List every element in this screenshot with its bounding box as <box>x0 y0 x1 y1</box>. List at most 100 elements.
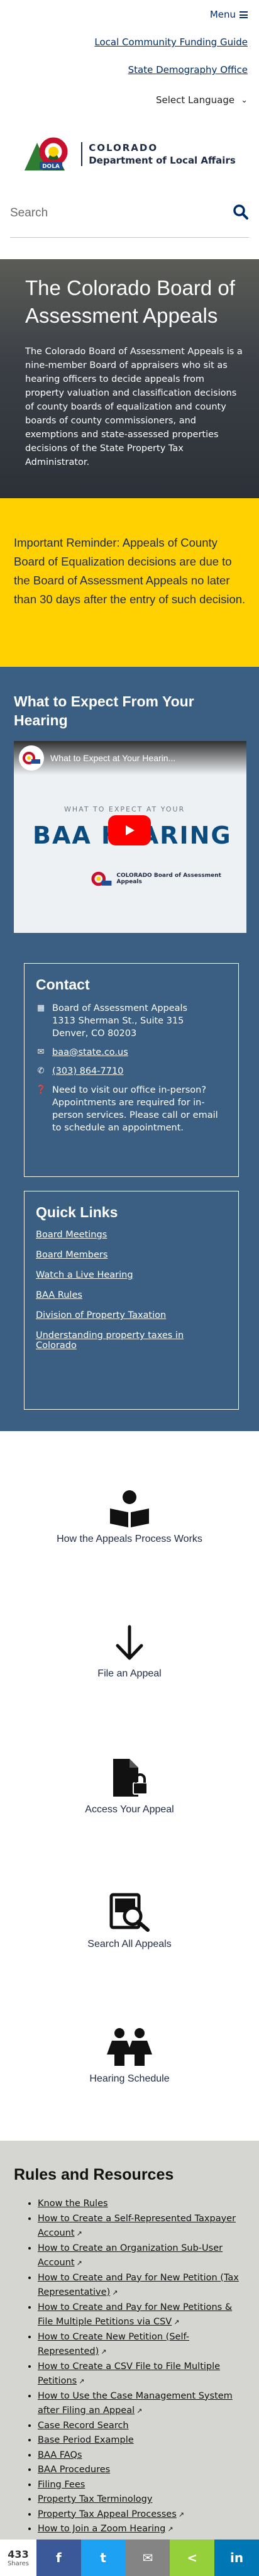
rules-item: Property Tax Terminology <box>38 2492 245 2507</box>
process-label-file: File an Appeal <box>97 1668 162 1679</box>
rules-link[interactable]: How to Create and Pay for New Petition (… <box>38 2273 239 2298</box>
language-select[interactable]: Select Language ⌄ <box>156 94 248 106</box>
search-file-icon <box>109 1893 150 1932</box>
rules-item: Property Tax Appeal Processes↗ <box>38 2507 245 2523</box>
quick-link-board-meetings[interactable]: Board Meetings <box>36 1230 227 1240</box>
video-subtitle: WHAT TO EXPECT AT YOUR <box>64 805 185 813</box>
channel-avatar[interactable] <box>19 745 44 771</box>
menu-label: Menu <box>209 9 236 20</box>
contact-heading: Contact <box>36 976 90 993</box>
external-link-icon: ↗ <box>167 2525 174 2533</box>
share-count-number: 433 <box>8 2548 29 2560</box>
facebook-share-button[interactable]: f <box>36 2540 81 2576</box>
rules-link[interactable]: Case Record Search <box>38 2421 129 2431</box>
process-tile-hearing-schedule[interactable]: Hearing Schedule <box>0 1988 259 2123</box>
funding-guide-link[interactable]: Local Community Funding Guide <box>94 36 248 48</box>
visit-note: Need to visit our office in-person? Appo… <box>52 1085 218 1133</box>
twitter-icon: t <box>100 2550 106 2565</box>
visit-row: ❓ Need to visit our office in-person? Ap… <box>36 1084 227 1134</box>
process-label-schedule: Hearing Schedule <box>89 2073 170 2084</box>
process-tile-search-appeals[interactable]: Search All Appeals <box>0 1854 259 1988</box>
external-link-icon: ↗ <box>79 2377 85 2385</box>
rules-item: How to Create a Self-Represented Taxpaye… <box>38 2212 245 2241</box>
quick-link-baa-rules[interactable]: BAA Rules <box>36 1290 227 1300</box>
rules-link[interactable]: How to Join a Zoom Hearing <box>38 2524 165 2534</box>
hero-banner: The Colorado Board of Assessment Appeals… <box>0 259 259 498</box>
reminder-banner: Important Reminder: Appeals of County Bo… <box>0 498 259 667</box>
rules-item: How to Create New Petition (Self-Represe… <box>38 2330 245 2360</box>
book-reader-icon <box>110 1490 149 1527</box>
building-icon: ▦ <box>36 1003 45 1013</box>
rules-item: How to Create and Pay for New Petitions … <box>38 2300 245 2330</box>
process-tile-how-it-works[interactable]: How the Appeals Process Works <box>0 1450 259 1585</box>
rules-link[interactable]: BAA FAQs <box>38 2450 82 2460</box>
rules-link[interactable]: Know the Rules <box>38 2199 108 2209</box>
facebook-icon: f <box>56 2550 62 2565</box>
share-bar: 433 Shares f t ✉ < in <box>0 2540 259 2576</box>
linkedin-share-button[interactable]: in <box>214 2540 259 2576</box>
contact-org: Board of Assessment Appeals <box>52 1003 188 1013</box>
utility-bar: Menu Local Community Funding Guide State… <box>0 0 259 120</box>
search-icon[interactable] <box>233 204 249 223</box>
rules-item: BAA FAQs <box>38 2448 245 2463</box>
rules-link[interactable]: How to Create and Pay for New Petitions … <box>38 2302 232 2328</box>
process-tile-file-appeal[interactable]: File an Appeal <box>0 1585 259 1719</box>
email-share-button[interactable]: ✉ <box>125 2540 170 2576</box>
site-logo[interactable]: DOLA COLORADO Department of Local Affair… <box>0 120 259 189</box>
rules-item: Base Period Example <box>38 2433 245 2448</box>
linkedin-icon: in <box>230 2550 244 2565</box>
quick-links-heading: Quick Links <box>36 1204 118 1220</box>
quick-links-card: Quick Links Board Meetings Board Members… <box>24 1191 239 1410</box>
share-count: 433 Shares <box>0 2540 36 2576</box>
page-title: The Colorado Board of Assessment Appeals <box>25 276 235 327</box>
rules-link[interactable]: How to Create New Petition (Self-Represe… <box>38 2332 189 2357</box>
rules-item: Know the Rules <box>38 2197 245 2212</box>
sharethis-icon: < <box>187 2550 198 2565</box>
external-link-icon: ↗ <box>112 2289 118 2297</box>
contact-address2: Denver, CO 80203 <box>52 1029 137 1039</box>
process-label-search: Search All Appeals <box>87 1939 172 1949</box>
video-player[interactable]: What to Expect at Your Hearin... WHAT TO… <box>14 741 246 933</box>
language-label: Select Language <box>156 94 235 106</box>
search-input[interactable] <box>10 206 199 220</box>
rules-list: Know the Rules How to Create a Self-Repre… <box>14 2197 245 2576</box>
rules-link[interactable]: Property Tax Terminology <box>38 2494 152 2504</box>
rules-link[interactable]: How to Create a Self-Represented Taxpaye… <box>38 2214 236 2239</box>
rules-link[interactable]: BAA Procedures <box>38 2465 110 2475</box>
hero-description: The Colorado Board of Assessment Appeals… <box>25 347 243 467</box>
quick-link-understanding-taxes[interactable]: Understanding property taxes in Colorado <box>36 1330 227 1351</box>
hearing-heading: What to Expect From Your Hearing <box>14 693 194 728</box>
rules-item: How to Use the Case Management System af… <box>38 2389 245 2419</box>
search-bar <box>10 189 249 238</box>
rules-link[interactable]: How to Use the Case Management System af… <box>38 2391 233 2416</box>
play-icon[interactable] <box>108 815 151 845</box>
email-link[interactable]: baa@state.co.us <box>52 1046 128 1059</box>
process-label-how: How the Appeals Process Works <box>57 1534 202 1544</box>
video-logo: COLORADO Board of Assessment Appeals <box>89 871 246 887</box>
sharethis-share-button[interactable]: < <box>170 2540 215 2576</box>
quick-link-board-members[interactable]: Board Members <box>36 1250 227 1260</box>
video-title-bar: What to Expect at Your Hearin... <box>14 741 246 775</box>
twitter-share-button[interactable]: t <box>80 2540 126 2576</box>
rules-link[interactable]: Filing Fees <box>38 2480 85 2490</box>
rules-link[interactable]: How to Create a CSV File to File Multipl… <box>38 2361 220 2387</box>
rules-link[interactable]: Base Period Example <box>38 2435 134 2445</box>
external-link-icon: ↗ <box>101 2348 107 2356</box>
video-title[interactable]: What to Expect at Your Hearin... <box>50 753 239 763</box>
menu-button[interactable]: Menu <box>210 9 248 20</box>
quick-link-live-hearing[interactable]: Watch a Live Hearing <box>36 1270 227 1280</box>
hearing-section: What to Expect From Your Hearing What to… <box>0 667 259 1431</box>
brand-text: COLORADO Department of Local Affairs <box>81 142 236 166</box>
chevron-down-icon: ⌄ <box>241 95 248 105</box>
rules-link[interactable]: How to Create an Organization Sub-User A… <box>38 2243 223 2268</box>
quick-link-property-taxation[interactable]: Division of Property Taxation <box>36 1310 227 1320</box>
demography-link[interactable]: State Demography Office <box>128 64 248 75</box>
rules-section: Rules and Resources Know the Rules How to… <box>0 2141 259 2576</box>
process-tile-access-appeal[interactable]: Access Your Appeal <box>0 1719 259 1854</box>
reminder-text: Important Reminder: Appeals of County Bo… <box>14 536 246 606</box>
phone-link[interactable]: (303) 864-7710 <box>52 1065 123 1078</box>
people-icon <box>107 2028 152 2066</box>
phone-row: ✆ (303) 864-7710 <box>36 1065 227 1078</box>
dola-tag: DOLA <box>42 164 60 170</box>
rules-link[interactable]: Property Tax Appeal Processes <box>38 2509 177 2519</box>
